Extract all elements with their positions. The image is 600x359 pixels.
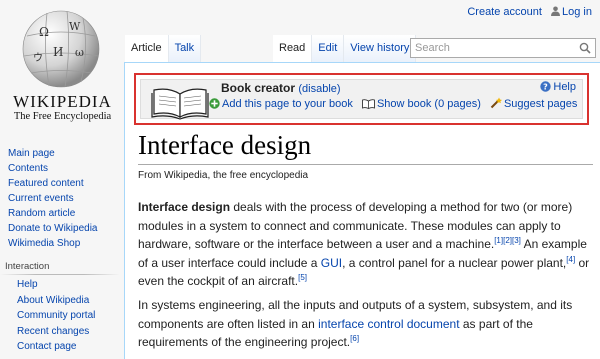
- portal-divider: [0, 274, 120, 275]
- namespace-tabs: Article Talk: [125, 35, 202, 62]
- sidebar-navigation: Main page Contents Featured content Curr…: [8, 146, 98, 251]
- svg-text:ウ: ウ: [33, 52, 43, 64]
- login-wrapper: Log in: [551, 6, 592, 18]
- sidebar-item-help[interactable]: Help: [17, 279, 38, 290]
- suggest-pages-action[interactable]: Suggest pages: [490, 97, 577, 110]
- tab-edit[interactable]: Edit: [312, 35, 345, 62]
- interaction-heading[interactable]: Interaction: [5, 261, 49, 272]
- search-input[interactable]: Search: [410, 38, 596, 58]
- help-icon: ?: [540, 81, 552, 92]
- paragraph-intro: Interface design deals with the process …: [138, 198, 598, 291]
- suggest-pages-link[interactable]: Suggest pages: [504, 98, 577, 110]
- book-creator-label: Book creator: [221, 81, 296, 95]
- create-account-link[interactable]: Create account: [467, 6, 542, 18]
- help-link[interactable]: Help: [553, 81, 576, 93]
- tab-view-history[interactable]: View history: [344, 35, 417, 62]
- svg-text:W: W: [69, 20, 81, 33]
- sidebar-item-main-page[interactable]: Main page: [8, 148, 55, 159]
- show-book-action[interactable]: Show book (0 pages): [361, 98, 484, 110]
- disable-link[interactable]: (disable): [298, 83, 340, 95]
- book-creator-box: Book creator (disable) Add this page to …: [140, 79, 583, 120]
- book-creator-highlight: Book creator (disable) Add this page to …: [134, 73, 589, 125]
- tab-article[interactable]: Article: [125, 35, 169, 62]
- book-creator-title: Book creator (disable): [221, 81, 341, 95]
- content-area: Book creator (disable) Add this page to …: [124, 62, 600, 359]
- open-book-icon: [151, 88, 209, 120]
- search-icon[interactable]: [579, 42, 591, 54]
- title-divider: [138, 164, 593, 165]
- add-page-action[interactable]: Add this page to your book: [209, 98, 356, 110]
- puzzle-globe-icon: Ω W И ウ ω: [22, 10, 100, 88]
- sidebar-item-about[interactable]: About Wikipedia: [17, 295, 89, 306]
- login-link[interactable]: Log in: [562, 6, 592, 18]
- page-title: Interface design: [138, 130, 312, 160]
- svg-text:ω: ω: [75, 46, 84, 59]
- user-icon: [551, 6, 561, 16]
- interaction-portal: Help About Wikipedia Community portal Re…: [17, 277, 95, 355]
- book-help[interactable]: ? Help: [540, 81, 576, 93]
- sidebar-item-current-events[interactable]: Current events: [8, 193, 74, 204]
- sidebar-item-random-article[interactable]: Random article: [8, 208, 75, 219]
- paragraph-systems-engineering: In systems engineering, all the inputs a…: [138, 296, 598, 352]
- search-placeholder: Search: [415, 42, 450, 54]
- svg-text:И: И: [53, 45, 63, 59]
- tab-read[interactable]: Read: [273, 35, 313, 62]
- personal-tools: Create account Log in: [467, 6, 592, 18]
- sidebar-item-contents[interactable]: Contents: [8, 163, 48, 174]
- show-book-link[interactable]: Show book (0 pages): [377, 98, 481, 110]
- sidebar-item-contact-page[interactable]: Contact page: [17, 341, 77, 352]
- book-creator-actions: Add this page to your book Show book (0 …: [209, 97, 583, 110]
- site-subtitle: From Wikipedia, the free encyclopedia: [138, 170, 309, 181]
- add-page-link[interactable]: Add this page to your book: [222, 98, 353, 110]
- sidebar-item-community-portal[interactable]: Community portal: [17, 310, 95, 321]
- bold-term: Interface design: [138, 200, 231, 214]
- logo-tagline: The Free Encyclopedia: [13, 111, 112, 122]
- logo-wordmark: WIKIPEDIA: [13, 92, 112, 111]
- reference-4[interactable]: [4]: [566, 255, 575, 264]
- sidebar-item-donate[interactable]: Donate to Wikipedia: [8, 223, 98, 234]
- tab-talk[interactable]: Talk: [168, 35, 202, 62]
- interface-control-document-link[interactable]: interface control document: [318, 317, 459, 331]
- view-tabs: Read Edit View history: [273, 35, 417, 62]
- magic-wand-icon: [490, 97, 502, 109]
- plus-icon: [209, 98, 220, 109]
- sidebar-item-wikimedia-shop[interactable]: Wikimedia Shop: [8, 238, 80, 249]
- reference-1-3[interactable]: [1][2][3]: [494, 236, 521, 245]
- reference-6[interactable]: [6]: [350, 334, 359, 343]
- sidebar-item-featured-content[interactable]: Featured content: [8, 178, 84, 189]
- reference-5[interactable]: [5]: [298, 273, 307, 282]
- sidebar-item-recent-changes[interactable]: Recent changes: [17, 326, 89, 337]
- svg-text:Ω: Ω: [39, 25, 49, 39]
- gui-link[interactable]: GUI: [321, 256, 342, 270]
- wikipedia-logo[interactable]: Ω W И ウ ω WIKIPEDIA The Free Encyclopedi…: [0, 0, 125, 135]
- svg-text:?: ?: [544, 83, 549, 92]
- text-run: , a control panel for a nuclear power pl…: [342, 255, 567, 270]
- book-icon: [361, 99, 375, 109]
